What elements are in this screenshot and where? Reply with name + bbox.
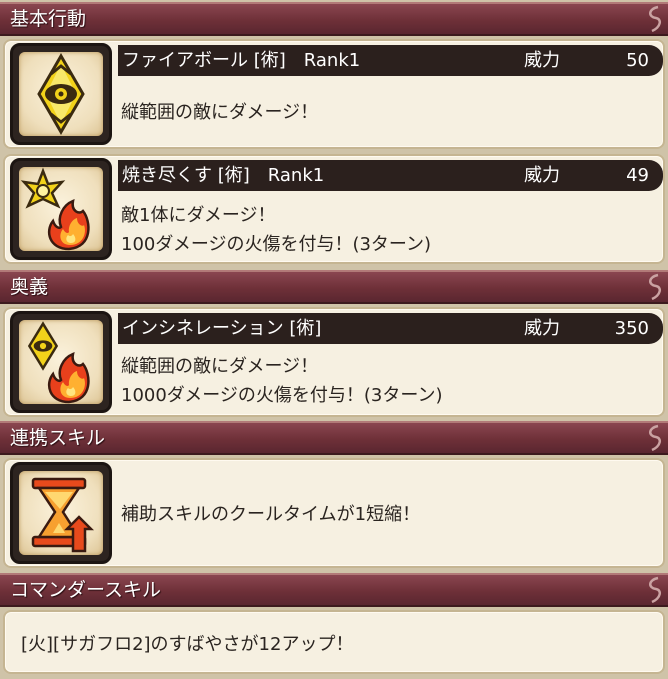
description-line: 1000ダメージの火傷を付与！(3ターン) xyxy=(121,385,443,406)
power-label: 威力 xyxy=(524,318,560,339)
power-value: 50 xyxy=(626,50,649,71)
description-line: 縦範囲の敵にダメージ！ xyxy=(121,102,319,123)
power-label: 威力 xyxy=(524,165,560,186)
commander-skill-description: [火][サガフロ2]のすばやさが12アップ！ xyxy=(21,634,354,655)
description-line: 100ダメージの火傷を付与！(3ターン) xyxy=(121,234,432,255)
skill-name: ファイアボール [術] Rank1 xyxy=(122,50,361,71)
description-line: 補助スキルのクールタイムが1短縮！ xyxy=(121,504,421,525)
skill-title-bar: ファイアボール [術] Rank1 威力 50 xyxy=(118,45,663,76)
section-header-ougi: 奥義 xyxy=(0,270,668,304)
skill-icon-frame xyxy=(10,158,112,260)
section-title: 連携スキル xyxy=(10,427,106,449)
hourglass-arrow-icon xyxy=(31,477,95,553)
power-label: 威力 xyxy=(524,50,560,71)
description-line: 敵1体にダメージ！ xyxy=(121,205,276,226)
skill-title-bar: 焼き尽くす [術] Rank1 威力 49 xyxy=(118,160,663,191)
skill-icon-frame xyxy=(10,43,112,145)
section-header-link: 連携スキル xyxy=(0,421,668,455)
skill-card-fireball[interactable]: ファイアボール [術] Rank1 威力 50 縦範囲の敵にダメージ！ xyxy=(3,39,665,149)
skill-name: インシネレーション [術] xyxy=(122,318,322,339)
skill-name: 焼き尽くす [術] Rank1 xyxy=(122,165,325,186)
scroll-curl-icon xyxy=(649,424,661,452)
eye-diamond-icon xyxy=(37,53,85,135)
section-title: 奥義 xyxy=(10,276,49,298)
skill-description: 補助スキルのクールタイムが1短縮！ xyxy=(121,500,420,529)
skill-icon-frame xyxy=(10,462,112,564)
skill-title-bar: インシネレーション [術] 威力 350 xyxy=(118,313,663,344)
star-fire-icon xyxy=(20,167,90,251)
scroll-curl-icon xyxy=(649,576,661,604)
section-header-commander: コマンダースキル xyxy=(0,573,668,607)
skill-card-burn[interactable]: 焼き尽くす [術] Rank1 威力 49 敵1体にダメージ！ 100ダメージの… xyxy=(3,154,665,264)
scroll-curl-icon xyxy=(649,273,661,301)
skill-description: 敵1体にダメージ！ 100ダメージの火傷を付与！(3ターン) xyxy=(121,201,431,259)
skill-card-incineration[interactable]: インシネレーション [術] 威力 350 縦範囲の敵にダメージ！ 1000ダメー… xyxy=(3,307,665,417)
skill-description: 縦範囲の敵にダメージ！ 1000ダメージの火傷を付与！(3ターン) xyxy=(121,352,443,410)
commander-skill-card[interactable]: [火][サガフロ2]のすばやさが12アップ！ xyxy=(3,610,665,674)
scroll-curl-icon xyxy=(649,5,661,33)
section-header-basic: 基本行動 xyxy=(0,2,668,36)
link-skill-card[interactable]: 補助スキルのクールタイムが1短縮！ xyxy=(3,458,665,568)
section-title: コマンダースキル xyxy=(10,579,162,601)
description-line: 縦範囲の敵にダメージ！ xyxy=(121,356,319,377)
section-title: 基本行動 xyxy=(10,8,87,30)
eye-fire-icon xyxy=(27,321,90,404)
skill-icon-frame xyxy=(10,311,112,413)
power-value: 350 xyxy=(614,318,649,339)
power-value: 49 xyxy=(626,165,649,186)
skill-description: 縦範囲の敵にダメージ！ xyxy=(121,98,318,127)
